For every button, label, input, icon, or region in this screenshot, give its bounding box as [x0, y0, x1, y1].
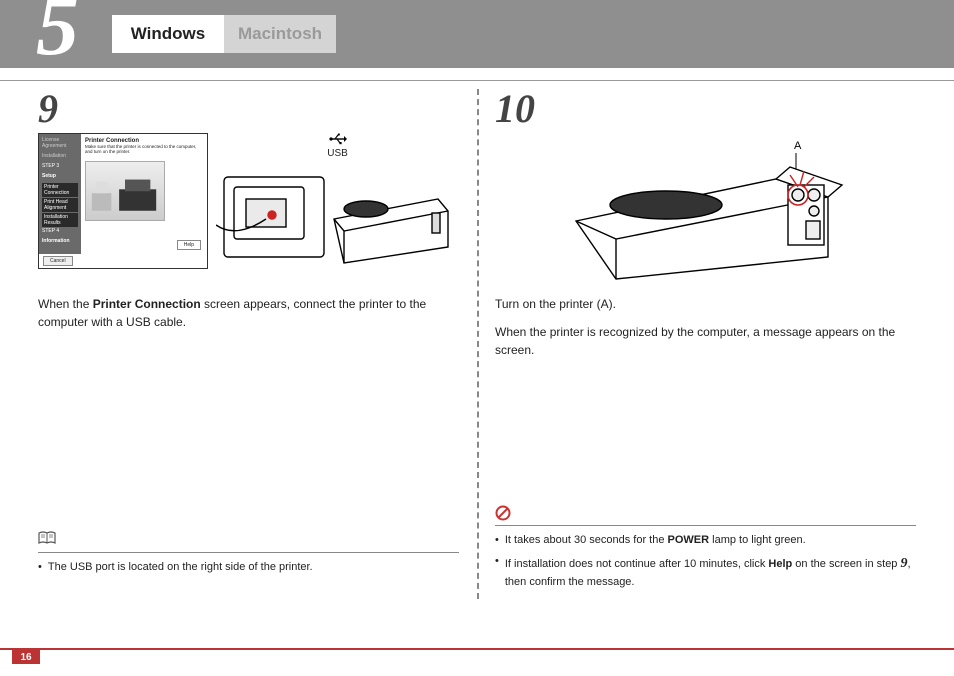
dialog-side-item-active: Printer Connection	[42, 183, 78, 197]
page-number: 16	[12, 650, 40, 664]
note-bullet: • If installation does not continue afte…	[495, 553, 916, 591]
footer: 16	[0, 648, 954, 664]
vertical-divider	[477, 89, 479, 599]
text-fragment: It takes about 30 seconds for the	[505, 534, 668, 546]
os-tabs: Windows Macintosh	[112, 15, 336, 53]
content-area: 9 License Agreement Installation STEP 3 …	[0, 89, 954, 609]
dialog-side-item: Installation	[42, 153, 78, 159]
text-fragment: If installation does not continue after …	[505, 558, 769, 570]
installer-dialog-illustration: License Agreement Installation STEP 3 Se…	[38, 133, 208, 269]
note-text: It takes about 30 seconds for the POWER …	[505, 532, 806, 549]
dialog-help-button: Help	[177, 240, 201, 250]
dialog-subtitle: Make sure that the printer is connected …	[85, 144, 203, 155]
bullet-dot: •	[495, 553, 499, 591]
text-fragment: When the	[38, 297, 93, 311]
divider-horizontal	[0, 80, 954, 81]
column-step-9: 9 License Agreement Installation STEP 3 …	[28, 89, 477, 609]
note-header-right	[495, 505, 916, 521]
dialog-side-step: STEP 4	[42, 228, 78, 234]
bullet-dot: •	[495, 532, 499, 549]
book-icon	[38, 531, 56, 548]
note-header-left	[38, 531, 459, 548]
note-divider	[495, 525, 916, 526]
dialog-side-item: License Agreement	[42, 137, 78, 149]
dialog-side-info: Information	[42, 238, 78, 244]
tab-windows: Windows	[112, 15, 224, 53]
label-a: A	[794, 140, 802, 152]
tab-macintosh: Macintosh	[224, 15, 336, 53]
section-number: 5	[36, 0, 79, 68]
bullet-dot: •	[38, 559, 42, 576]
usb-label-text: USB	[327, 148, 348, 159]
note-bullet: • The USB port is located on the right s…	[38, 559, 459, 576]
note-text: The USB port is located on the right sid…	[48, 559, 313, 576]
step-number-9: 9	[38, 89, 459, 129]
prohibit-icon	[495, 505, 511, 521]
text-fragment: lamp to light green.	[709, 534, 806, 546]
usb-label-block: USB	[216, 133, 459, 159]
printer-power-drawing: A	[546, 139, 866, 289]
illustration-10: A	[495, 133, 916, 283]
dialog-image	[85, 161, 165, 221]
step-number-10: 10	[495, 89, 916, 129]
dialog-cancel-button: Cancel	[43, 256, 73, 266]
step-9-body: When the Printer Connection screen appea…	[38, 295, 459, 331]
dialog-side-setup: Setup	[42, 173, 78, 179]
note-text: If installation does not continue after …	[505, 553, 916, 591]
printer-usb-drawing	[216, 159, 456, 275]
footer-accent-line	[0, 648, 954, 650]
note-bullet: • It takes about 30 seconds for the POWE…	[495, 532, 916, 549]
column-step-10: 10 A	[477, 89, 926, 609]
dialog-side-step: STEP 3	[42, 163, 78, 169]
text-bold: POWER	[668, 534, 710, 546]
dialog-sidebar: License Agreement Installation STEP 3 Se…	[39, 134, 81, 254]
text-fragment: on the screen in step	[792, 558, 900, 570]
step-10-body-1: Turn on the printer (A).	[495, 295, 916, 313]
note-divider	[38, 552, 459, 553]
header-band: 5 Windows Macintosh	[0, 0, 954, 68]
step-10-body-2: When the printer is recognized by the co…	[495, 323, 916, 359]
illustration-row-9: License Agreement Installation STEP 3 Se…	[38, 133, 459, 283]
dialog-side-item: Print Head Alignment	[42, 198, 78, 212]
usb-icon	[329, 134, 347, 148]
usb-printer-illustration: USB	[216, 133, 459, 275]
dialog-main: Printer Connection Make sure that the pr…	[81, 134, 207, 254]
text-bold: Printer Connection	[93, 297, 201, 311]
dialog-side-item: Installation Results	[42, 213, 78, 227]
text-bold: Help	[768, 558, 792, 570]
